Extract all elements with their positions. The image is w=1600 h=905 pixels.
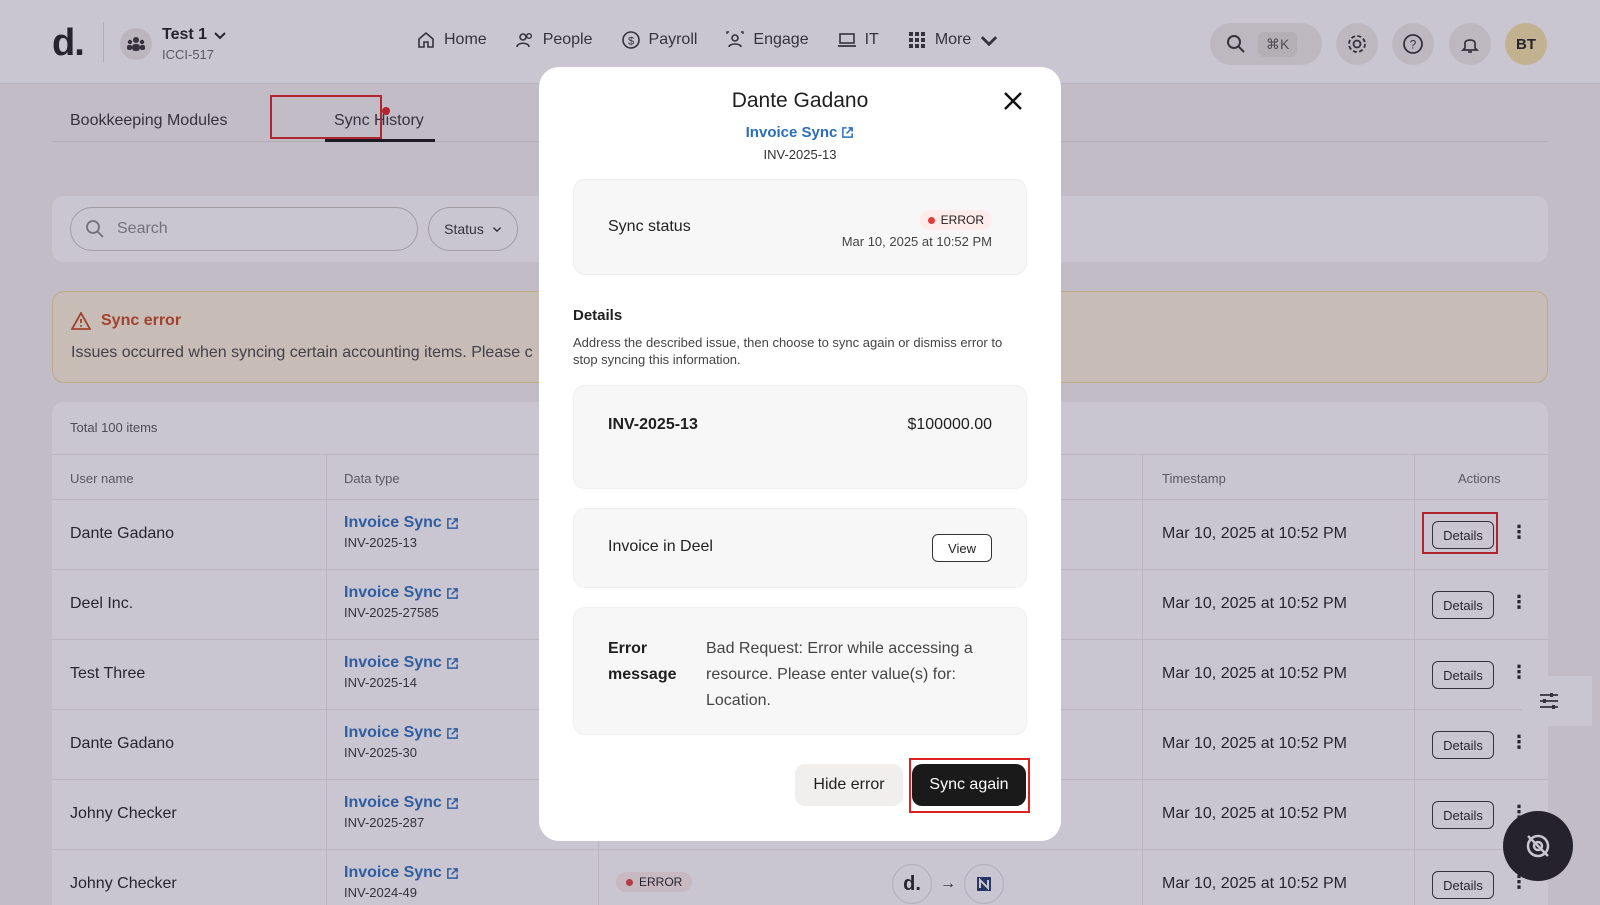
hide-error-button[interactable]: Hide error — [795, 764, 903, 806]
close-icon[interactable] — [1001, 89, 1025, 113]
invoice-in-deel-label: Invoice in Deel — [608, 538, 713, 555]
sync-status-label: Sync status — [608, 218, 691, 235]
external-link-icon — [842, 127, 854, 138]
details-text: Address the described issue, then choose… — [573, 335, 1003, 367]
invoice-amount: $100000.00 — [907, 416, 992, 433]
modal-invoice-sync-link[interactable]: Invoice Sync — [539, 124, 1061, 141]
modal-ref: INV-2025-13 — [763, 147, 837, 162]
sync-details-modal: Dante Gadano Invoice Sync INV-2025-13 Sy… — [539, 67, 1061, 841]
sync-status-card: Sync status ERROR Mar 10, 2025 at 10:52 … — [573, 179, 1027, 275]
modal-title: Dante Gadano — [731, 89, 869, 112]
error-message-card: Error message Bad Request: Error while a… — [573, 607, 1027, 735]
invoice-in-deel-card: Invoice in Deel View — [573, 508, 1027, 588]
view-button[interactable]: View — [932, 534, 992, 562]
error-message-text: Bad Request: Error while accessing a res… — [706, 640, 973, 709]
status-badge: ERROR — [919, 210, 992, 230]
details-heading: Details — [573, 307, 623, 324]
highlight-box — [909, 758, 1030, 813]
status-timestamp: Mar 10, 2025 at 10:52 PM — [841, 234, 992, 249]
invoice-id: INV-2025-13 — [608, 416, 698, 433]
invoice-card: INV-2025-13 $100000.00 — [573, 385, 1027, 489]
error-message-label: Error message — [608, 640, 677, 683]
